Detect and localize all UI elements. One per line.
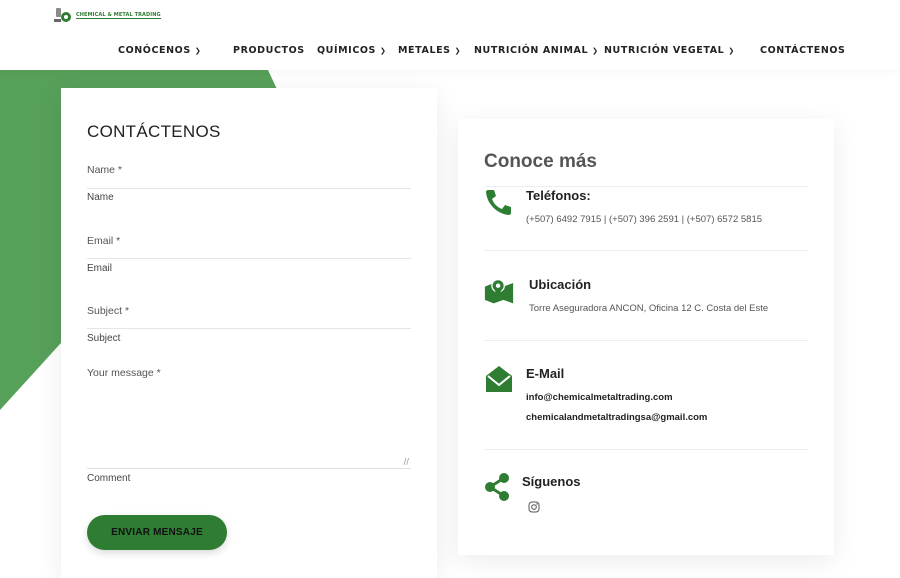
nav-item-nutricion-vegetal[interactable]: NUTRICIÓN VEGETAL ❯: [604, 45, 735, 56]
nav-item-productos[interactable]: PRODUCTOS: [233, 45, 305, 56]
instagram-icon[interactable]: [528, 501, 540, 513]
info-card: Conoce más Teléfonos: (+507) 6492 7915 |…: [458, 119, 834, 555]
resize-handle-icon[interactable]: ∕∕: [404, 457, 409, 466]
chevron-down-icon: ❯: [194, 46, 202, 55]
chevron-down-icon: ❯: [454, 46, 462, 55]
divider: [484, 250, 808, 251]
divider: [484, 449, 808, 450]
mail-icon: [486, 366, 512, 392]
logo-flask-icon: [54, 8, 71, 22]
nav-item-metales[interactable]: METALES ❯: [398, 45, 461, 56]
form-title: CONTÁCTENOS: [87, 122, 221, 141]
nav-item-nutricion-animal[interactable]: NUTRICIÓN ANIMAL ❯: [474, 45, 599, 56]
subject-field[interactable]: [87, 310, 411, 329]
message-textarea[interactable]: ∕∕: [87, 382, 411, 469]
phones-text: (+507) 6492 7915 | (+507) 396 2591 | (+5…: [526, 214, 763, 225]
chevron-down-icon: ❯: [592, 46, 599, 55]
divider: [484, 186, 808, 187]
name-placeholder: Name: [87, 192, 114, 203]
phones-heading: Teléfonos:: [526, 188, 591, 203]
message-label: Your message *: [87, 367, 161, 379]
location-heading: Ubicación: [529, 277, 592, 292]
nav-item-quimicos[interactable]: QUÍMICOS ❯: [317, 45, 386, 56]
message-placeholder: Comment: [87, 473, 131, 484]
divider: [484, 340, 808, 341]
email-placeholder: Email: [87, 263, 113, 274]
email-link-2[interactable]: chemicalandmetaltradingsa@gmail.com: [526, 412, 707, 423]
email-link-1[interactable]: info@chemicalmetaltrading.com: [526, 392, 673, 403]
site-header: CHEMICAL & METAL TRADING CONÓCENOS ❯ PROD…: [0, 0, 900, 70]
logo[interactable]: CHEMICAL & METAL TRADING: [53, 6, 161, 24]
logo-text: CHEMICAL & METAL TRADING: [76, 11, 161, 19]
location-text: Torre Aseguradora ANCON, Oficina 12 C. C…: [529, 303, 769, 314]
subject-placeholder: Subject: [87, 333, 121, 344]
send-message-button[interactable]: ENVIAR MENSAJE: [87, 515, 227, 550]
email-field[interactable]: [87, 240, 411, 259]
chevron-down-icon: ❯: [380, 46, 387, 55]
name-field[interactable]: [87, 170, 411, 189]
contact-form-card: CONTÁCTENOS Name * Name Email * Email Su…: [61, 88, 437, 578]
main-nav: CONÓCENOS ❯ PRODUCTOS QUÍMICOS ❯ METALES ❯ …: [0, 45, 900, 61]
chevron-down-icon: ❯: [728, 46, 735, 55]
phone-icon: [486, 190, 511, 215]
nav-item-conocenos[interactable]: CONÓCENOS ❯: [118, 45, 201, 56]
email-heading: E-Mail: [526, 366, 565, 381]
nav-item-contactenos[interactable]: CONTÁCTENOS: [760, 45, 846, 56]
info-title: Conoce más: [484, 151, 597, 172]
follow-heading: Síguenos: [522, 474, 581, 489]
share-icon: [485, 473, 509, 501]
map-icon: [484, 278, 514, 304]
